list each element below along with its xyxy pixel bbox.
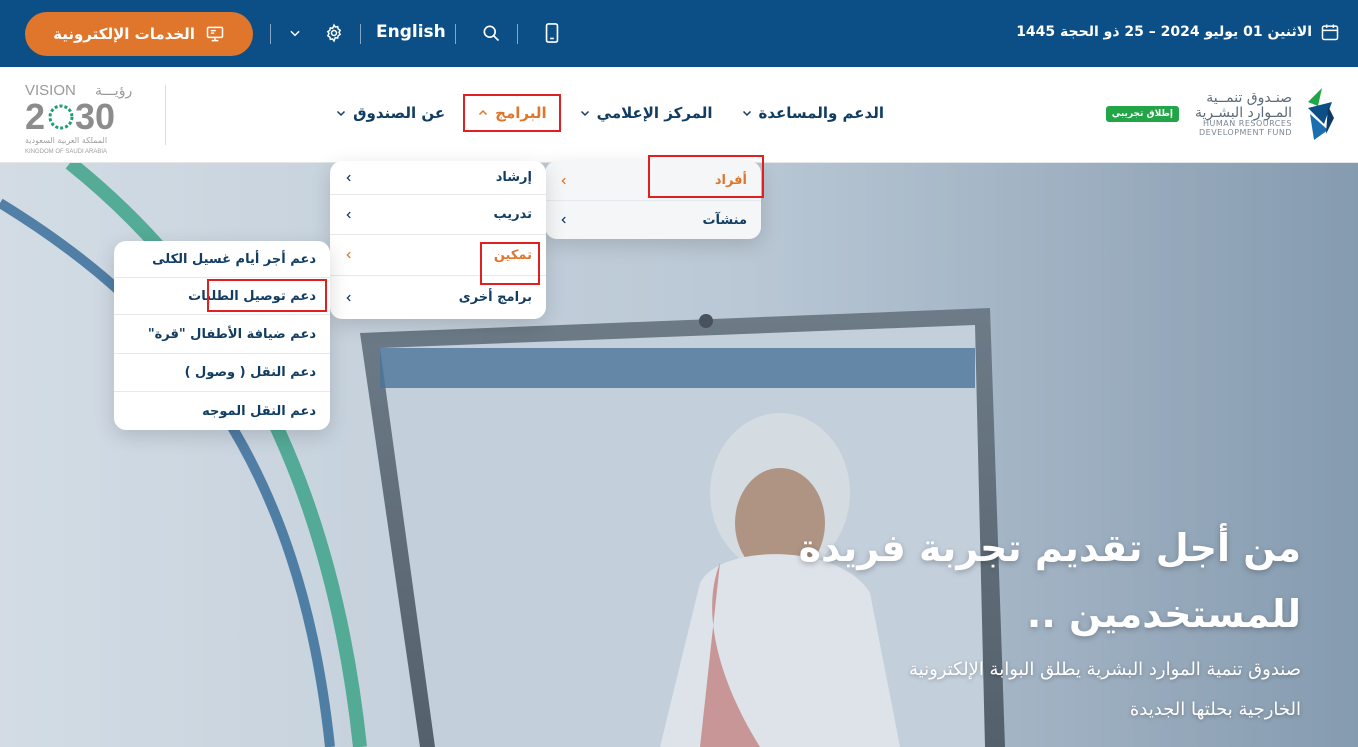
svg-text:المملكة العربية السعودية: المملكة العربية السعودية [25,136,107,145]
beta-badge: إطلاق تجريبي [1105,106,1179,122]
search-icon[interactable] [480,22,502,44]
menu-item-childcare-support[interactable]: دعم ضيافة الأطفال "قرة" [114,315,330,353]
main-navigation: عن الصندوق البرامج المركز الإعلامي الدعم… [325,93,894,133]
chevron-down-icon[interactable] [284,22,306,44]
hero-subtitle-line2: الخارجية بحلتها الجديدة [1129,699,1301,720]
main-header: VISION رؤيـــة 2 30 المملكة العربية السع… [0,67,1358,163]
menu-item-label: تدريب [493,207,532,222]
nav-label: المركز الإعلامي [596,104,713,122]
svg-text:KINGDOM OF SAUDI ARABIA: KINGDOM OF SAUDI ARABIA [25,149,107,155]
nav-item-media-center[interactable]: المركز الإعلامي [569,98,723,128]
eservices-button[interactable]: الخدمات الإلكترونية [25,12,253,56]
menu-item-label: دعم النقل ( وصول ) [184,365,316,380]
nav-item-support[interactable]: الدعم والمساعدة [731,98,895,128]
chevron-left-icon [561,216,566,224]
date-text: الاثنين 01 يوليو 2024 – 25 ذو الحجة 1445 [1016,24,1312,40]
menu-item-label: دعم النقل الموجه [202,403,316,419]
chevron-left-icon [346,251,351,259]
nav-label: عن الصندوق [353,104,446,122]
programs-menu-level3: دعم أجر أيام غسيل الكلى دعم توصيل الطلبا… [114,241,330,430]
chevron-left-icon [561,177,566,184]
nav-item-about-fund[interactable]: عن الصندوق [325,98,455,128]
hero-subtitle-line1: صندوق تنمية الموارد البشرية يطلق البوابة… [908,659,1301,680]
eservices-label: الخدمات الإلكترونية [53,25,195,43]
menu-item-empowerment[interactable]: تمكين [330,235,546,275]
current-date: الاثنين 01 يوليو 2024 – 25 ذو الحجة 1445 [1016,22,1340,42]
hrdf-ar-line1: صنـدوق تنمــية [1206,89,1292,106]
menu-item-label: دعم ضيافة الأطفال "قرة" [147,326,316,342]
settings-gear-icon[interactable] [323,22,345,44]
svg-text:2: 2 [25,96,45,137]
menu-item-dialysis-support[interactable]: دعم أجر أيام غسيل الكلى [114,241,330,277]
nav-label: الدعم والمساعدة [758,104,885,122]
menu-item-individuals[interactable]: أفراد [545,161,761,200]
menu-item-label: تمكين [493,247,532,263]
chevron-left-icon [346,294,351,301]
chevron-left-icon [346,174,351,181]
divider [270,24,271,44]
chevron-down-icon [337,110,346,117]
menu-item-label: أفراد [714,173,747,188]
menu-item-directed-transport[interactable]: دعم النقل الموجه [114,392,330,430]
menu-item-other-programs[interactable]: برامج أخرى [330,276,546,319]
divider [165,85,166,145]
divider [360,24,361,44]
hrdf-en-line2: DEVELOPMENT FUND [1198,127,1292,137]
menu-item-label: إرشاد [495,170,532,185]
menu-item-establishments[interactable]: منشآت [545,201,761,239]
menu-item-label: دعم توصيل الطلبات [188,288,316,304]
chevron-up-icon [479,109,488,116]
chevron-left-icon [346,211,351,218]
divider [517,24,518,44]
vision-2030-logo[interactable]: VISION رؤيـــة 2 30 المملكة العربية السع… [25,79,155,155]
nav-item-programs[interactable]: البرامج [463,94,561,132]
nav-label: البرامج [495,104,547,122]
menu-item-label: منشآت [702,212,747,228]
hero-text: من أجل تقديم تجربة فريدة للمستخدمين .. ص… [799,515,1301,727]
menu-item-delivery-support[interactable]: دعم توصيل الطلبات [114,278,330,314]
programs-menu-level2: إرشاد تدريب تمكين برامج أخرى [330,161,546,319]
hrdf-logo[interactable]: صنـدوق تنمــية المـوارد البشـرية HUMAN R… [1105,79,1336,149]
hrdf-emblem-icon [1308,88,1334,140]
monitor-icon [206,26,224,42]
hrdf-ar-line2: المـوارد البشـرية [1194,104,1292,121]
chevron-down-icon [580,110,589,117]
language-switch-link[interactable]: English [376,22,446,42]
hrdf-name: صنـدوق تنمــية المـوارد البشـرية HUMAN R… [1195,91,1292,137]
chevron-down-icon [742,110,751,117]
menu-item-training[interactable]: تدريب [330,195,546,234]
divider [455,24,456,44]
menu-item-label: برامج أخرى [458,290,532,305]
calendar-icon [1321,24,1339,41]
menu-item-label: دعم أجر أيام غسيل الكلى [152,251,316,267]
hero-title-line1: من أجل تقديم تجربة فريدة [798,526,1301,570]
programs-menu-level1: أفراد منشآت [545,161,761,239]
top-bar: الخدمات الإلكترونية English الاثنين 01 ي… [0,0,1358,67]
hero-title-line2: للمستخدمين .. [1026,592,1301,636]
mobile-phone-icon[interactable] [541,22,563,44]
menu-item-guidance[interactable]: إرشاد [330,161,546,194]
svg-text:30: 30 [75,96,115,137]
menu-item-transport-wusool[interactable]: دعم النقل ( وصول ) [114,354,330,391]
